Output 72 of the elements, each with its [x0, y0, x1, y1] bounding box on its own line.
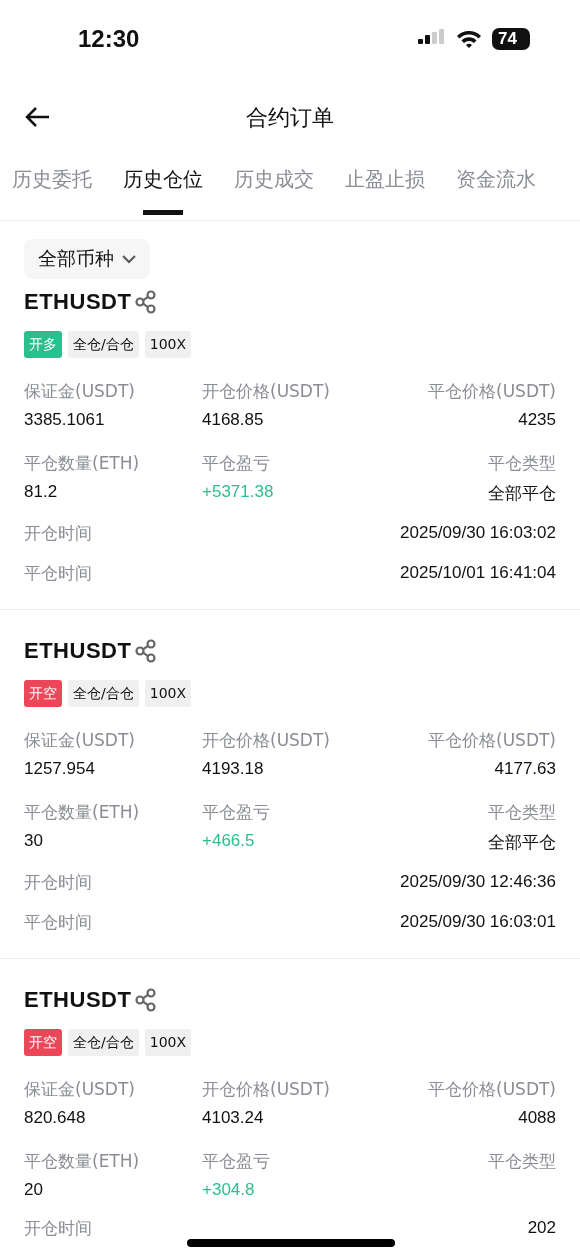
symbol: ETHUSDT [24, 987, 132, 1013]
stat-value: 1257.954 [24, 759, 95, 779]
tab[interactable]: 资金流水 [456, 158, 536, 220]
time-value: 2025/09/30 16:03:02 [400, 523, 556, 543]
position-tag: 全仓/合仓 [68, 680, 139, 707]
page-title: 合约订单 [246, 104, 334, 132]
stat-value: 全部平仓 [488, 832, 556, 854]
stat-label: 开仓价格(USDT) [202, 1078, 330, 1101]
stat-value: 4235 [518, 410, 556, 430]
position-tag: 100X [144, 331, 192, 358]
stat-value: +304.8 [202, 1180, 255, 1200]
stat-value: 81.2 [24, 482, 58, 502]
time-value: 2025/09/30 12:46:36 [400, 872, 556, 892]
currency-filter[interactable]: 全部币种 [24, 239, 150, 279]
stat-label: 平仓数量(ETH) [24, 1150, 140, 1173]
time-label: 平仓时间 [24, 910, 92, 934]
stat-label: 保证金(USDT) [24, 729, 135, 752]
share-icon[interactable] [135, 639, 158, 663]
position-tag: 100X [144, 680, 192, 707]
stat-label: 开仓价格(USDT) [202, 380, 330, 403]
stat-value: 3385.1061 [24, 410, 105, 430]
side-tag: 开多 [24, 331, 62, 358]
symbol: ETHUSDT [24, 289, 132, 315]
stat-value: 4193.18 [202, 759, 264, 779]
clock-time: 12:30 [78, 25, 140, 53]
time-value: 202 [527, 1218, 556, 1238]
chevron-down-icon [122, 254, 136, 264]
stat-label: 平仓盈亏 [202, 801, 270, 824]
stat-value: 4177.63 [494, 759, 556, 779]
time-value: 2025/10/01 16:41:04 [400, 563, 556, 583]
stat-value: 4103.24 [202, 1108, 264, 1128]
side-tag: 开空 [24, 680, 62, 707]
stat-value: 4088 [518, 1108, 556, 1128]
position-tag: 100X [144, 1029, 192, 1056]
tab[interactable]: 止盈止损 [345, 158, 425, 220]
time-label: 开仓时间 [24, 521, 92, 545]
stat-label: 保证金(USDT) [24, 380, 135, 403]
tab[interactable]: 历史仓位 [123, 158, 203, 220]
time-label: 开仓时间 [24, 1216, 92, 1240]
time-value: 2025/09/30 16:03:01 [400, 912, 556, 932]
stat-label: 平仓数量(ETH) [24, 801, 140, 824]
share-icon[interactable] [135, 988, 158, 1012]
stat-label: 开仓价格(USDT) [202, 729, 330, 752]
time-label: 开仓时间 [24, 870, 92, 894]
stat-value: 4168.85 [202, 410, 264, 430]
tab[interactable]: 历史成交 [234, 158, 314, 220]
tab[interactable]: 历史委托 [12, 158, 92, 220]
position-tag: 全仓/合仓 [68, 331, 139, 358]
stat-label: 平仓数量(ETH) [24, 452, 140, 475]
back-arrow-icon [24, 106, 50, 128]
symbol: ETHUSDT [24, 638, 132, 664]
stat-value: 820.648 [24, 1108, 86, 1128]
stat-label: 平仓类型 [488, 1150, 556, 1173]
time-label: 平仓时间 [24, 561, 92, 585]
stat-label: 平仓盈亏 [202, 452, 270, 475]
stat-value: 20 [24, 1180, 43, 1200]
stat-label: 平仓类型 [488, 801, 556, 824]
position-tag: 全仓/合仓 [68, 1029, 139, 1056]
stat-label: 平仓价格(USDT) [428, 1078, 556, 1101]
wifi-icon [456, 29, 482, 49]
stat-value: 全部平仓 [488, 483, 556, 505]
stat-label: 平仓盈亏 [202, 1150, 270, 1173]
stat-label: 平仓价格(USDT) [428, 380, 556, 403]
side-tag: 开空 [24, 1029, 62, 1056]
stat-label: 平仓价格(USDT) [428, 729, 556, 752]
stat-value: 30 [24, 831, 43, 851]
battery-level: 74 [492, 28, 530, 50]
stat-label: 保证金(USDT) [24, 1078, 135, 1101]
stat-label: 平仓类型 [488, 452, 556, 475]
stat-value: +5371.38 [202, 482, 274, 502]
share-icon[interactable] [135, 290, 158, 314]
stat-value: +466.5 [202, 831, 255, 851]
